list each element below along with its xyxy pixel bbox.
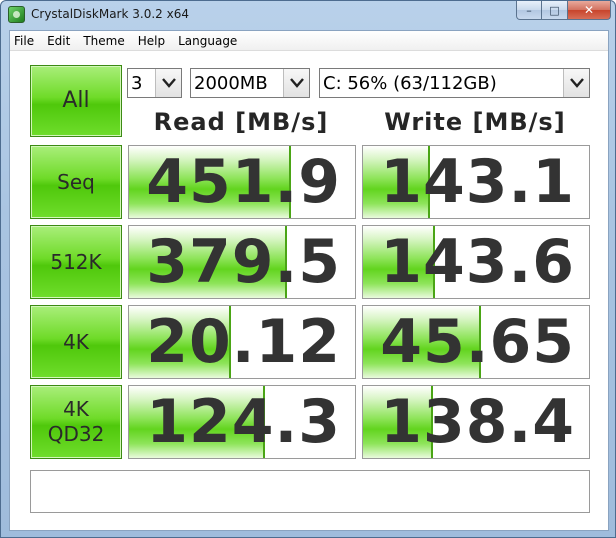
read-header: Read [MB/s]: [153, 108, 329, 136]
minimize-icon: –: [526, 3, 532, 17]
maximize-icon: □: [549, 3, 560, 17]
4k-read-result: 20.12: [128, 305, 356, 379]
512k-test-label: 512K: [50, 249, 102, 274]
512k-read-value: 379.5: [146, 227, 341, 297]
menu-bar: File Edit Theme Help Language: [10, 31, 608, 51]
test-size-select[interactable]: 2000MB: [190, 68, 310, 98]
test-size-value: 2000MB: [194, 72, 268, 94]
title-bar[interactable]: CrystalDiskMark 3.0.2 x64 – □ ✕: [1, 1, 615, 29]
seq-test-label: Seq: [57, 169, 95, 194]
512k-test-button[interactable]: 512K: [30, 225, 122, 299]
chevron-down-icon: [283, 69, 309, 97]
512k-write-result: 143.6: [362, 225, 590, 299]
menu-help[interactable]: Help: [138, 34, 165, 48]
comment-field[interactable]: [30, 470, 590, 513]
run-all-button[interactable]: All: [30, 65, 122, 137]
write-header: Write [MB/s]: [384, 108, 566, 136]
maximize-button[interactable]: □: [542, 1, 568, 20]
minimize-button[interactable]: –: [516, 1, 542, 20]
4k-write-value: 45.65: [380, 307, 575, 377]
caption-buttons: – □ ✕: [516, 1, 611, 20]
close-button[interactable]: ✕: [568, 1, 611, 20]
drive-value: C: 56% (63/112GB): [323, 72, 497, 94]
4k-qd32-read-value: 124.3: [146, 387, 341, 457]
512k-write-value: 143.6: [380, 227, 575, 297]
app-window: CrystalDiskMark 3.0.2 x64 – □ ✕ File Edi…: [0, 0, 616, 538]
run-all-label: All: [62, 88, 90, 114]
seq-write-value: 143.1: [380, 147, 575, 217]
seq-read-result: 451.9: [128, 145, 356, 219]
menu-edit[interactable]: Edit: [47, 34, 70, 48]
4k-test-label: 4K: [63, 329, 89, 354]
close-icon: ✕: [583, 3, 595, 17]
benchmark-panel: All 3 2000MB C: 56% (63/112GB) Read [MB/…: [10, 52, 608, 530]
client-area: File Edit Theme Help Language All 3 2000…: [9, 30, 609, 531]
4k-qd32-test-label-line1: 4K: [63, 397, 89, 421]
4k-qd32-read-result: 124.3: [128, 385, 356, 459]
seq-write-result: 143.1: [362, 145, 590, 219]
4k-test-button[interactable]: 4K: [30, 305, 122, 379]
menu-theme[interactable]: Theme: [83, 34, 124, 48]
4k-read-value: 20.12: [146, 307, 341, 377]
drive-select[interactable]: C: 56% (63/112GB): [319, 68, 590, 98]
4k-qd32-test-label-line2: QD32: [47, 422, 105, 446]
window-title: CrystalDiskMark 3.0.2 x64: [31, 7, 189, 21]
4k-qd32-write-result: 138.4: [362, 385, 590, 459]
test-count-select[interactable]: 3: [127, 68, 182, 98]
4k-qd32-test-button[interactable]: 4K QD32: [30, 385, 122, 459]
512k-read-result: 379.5: [128, 225, 356, 299]
seq-read-value: 451.9: [146, 147, 341, 217]
4k-qd32-write-value: 138.4: [380, 387, 575, 457]
menu-file[interactable]: File: [14, 34, 34, 48]
test-count-value: 3: [131, 72, 143, 94]
seq-test-button[interactable]: Seq: [30, 145, 122, 219]
crystaldiskmark-app-icon: [8, 6, 25, 23]
4k-write-result: 45.65: [362, 305, 590, 379]
menu-language[interactable]: Language: [178, 34, 237, 48]
chevron-down-icon: [563, 69, 589, 97]
chevron-down-icon: [155, 69, 181, 97]
